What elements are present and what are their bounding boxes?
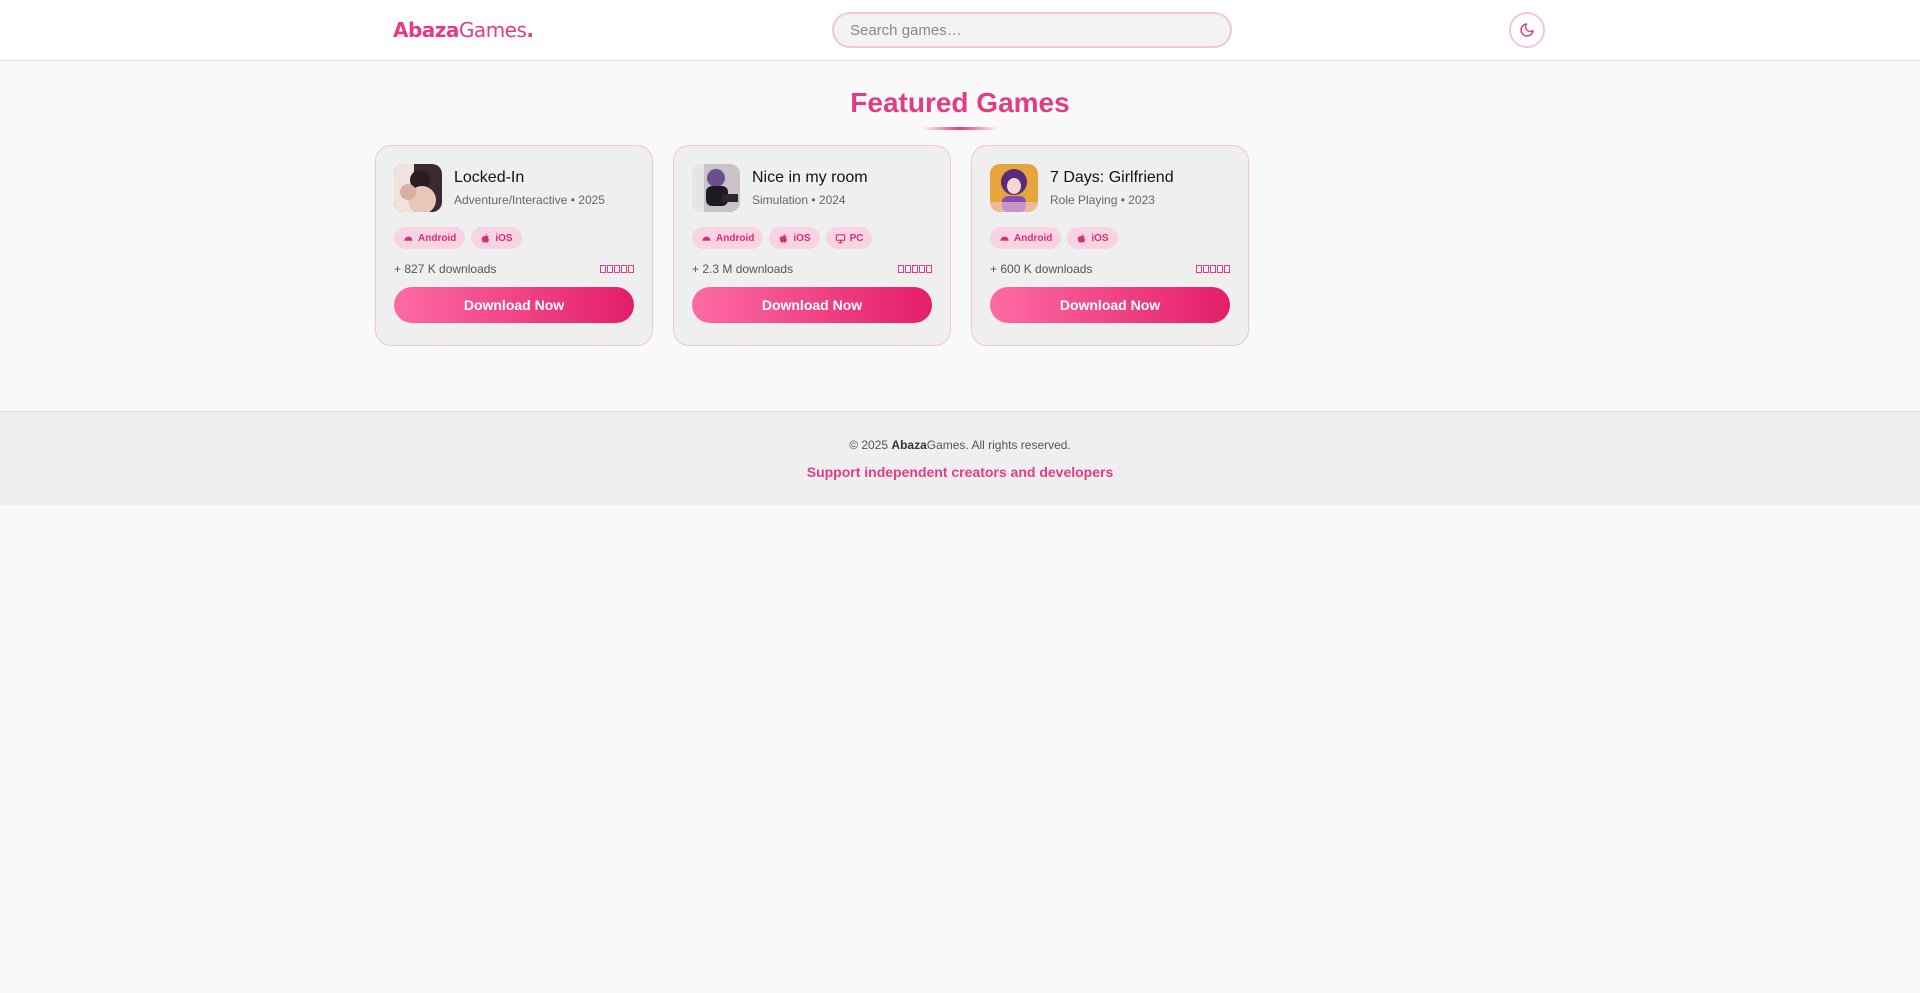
platform-label: iOS (495, 232, 513, 244)
star-icon (607, 265, 613, 273)
android-icon (1000, 236, 1009, 241)
game-title[interactable]: 7 Days: Girlfriend (1050, 169, 1174, 187)
download-button[interactable]: Download Now (394, 287, 634, 323)
apple-icon (1078, 233, 1086, 243)
platform-label: PC (849, 232, 864, 244)
copyright-brand-bold: Abaza (891, 438, 927, 452)
game-thumbnail[interactable] (394, 164, 442, 212)
platform-badge-android: Android (692, 227, 764, 249)
monitor-icon (835, 233, 845, 243)
android-icon (404, 236, 413, 241)
game-title[interactable]: Locked-In (454, 169, 605, 187)
star-icon (1224, 265, 1230, 273)
star-icon (912, 265, 918, 273)
game-thumbnail[interactable] (990, 164, 1038, 212)
search-input[interactable] (832, 12, 1232, 48)
site-logo[interactable]: AbazaGames. (393, 18, 534, 42)
game-meta: Adventure/Interactive • 2025 (454, 193, 605, 207)
game-title[interactable]: Nice in my room (752, 169, 868, 187)
game-meta: Role Playing • 2023 (1050, 193, 1155, 207)
android-icon (702, 236, 711, 241)
apple-icon (482, 233, 490, 243)
logo-dot: . (526, 18, 534, 42)
platform-label: Android (716, 232, 755, 244)
rating-stars (600, 265, 634, 273)
download-count: + 2.3 M downloads (692, 262, 794, 276)
support-link[interactable]: Support independent creators and develop… (0, 464, 1920, 480)
game-card-list: Locked-In Adventure/Interactive • 2025 A… (375, 145, 1249, 346)
site-footer: © 2025 AbazaGames. All rights reserved. … (0, 411, 1920, 505)
game-thumbnail[interactable] (692, 164, 740, 212)
star-icon (628, 265, 634, 273)
star-icon (600, 265, 606, 273)
rating-stars (1196, 265, 1230, 273)
rating-stars (898, 265, 932, 273)
game-card: Nice in my room Simulation • 2024 Androi… (673, 145, 951, 346)
star-icon (1196, 265, 1202, 273)
copyright-suffix: . All rights reserved. (965, 438, 1071, 452)
star-icon (905, 265, 911, 273)
download-count: + 827 K downloads (394, 262, 497, 276)
game-meta: Simulation • 2024 (752, 193, 846, 207)
platform-badge-android: Android (394, 227, 466, 249)
platform-label: iOS (1091, 232, 1109, 244)
copyright-brand: Games (926, 438, 966, 452)
star-icon (614, 265, 620, 273)
platform-badge-ios: iOS (471, 227, 522, 249)
star-icon (926, 265, 932, 273)
logo-text: Games (458, 18, 527, 42)
moon-icon (1520, 23, 1534, 37)
star-icon (898, 265, 904, 273)
download-button[interactable]: Download Now (692, 287, 932, 323)
download-button[interactable]: Download Now (990, 287, 1230, 323)
platform-label: iOS (793, 232, 811, 244)
top-navigation-bar: AbazaGames. (0, 0, 1920, 61)
apple-icon (780, 233, 788, 243)
star-icon (1210, 265, 1216, 273)
platform-label: Android (418, 232, 457, 244)
game-card: Locked-In Adventure/Interactive • 2025 A… (375, 145, 653, 346)
game-card: 7 Days: Girlfriend Role Playing • 2023 A… (971, 145, 1249, 346)
copyright-text: © 2025 AbazaGames. All rights reserved. (0, 438, 1920, 452)
star-icon (1203, 265, 1209, 273)
copyright-prefix: © 2025 (849, 438, 892, 452)
star-icon (1217, 265, 1223, 273)
platform-label: Android (1014, 232, 1053, 244)
logo-bold-text: Abaza (393, 18, 459, 42)
platform-badge-ios: iOS (1067, 227, 1118, 249)
star-icon (621, 265, 627, 273)
download-count: + 600 K downloads (990, 262, 1093, 276)
platform-badge-android: Android (990, 227, 1062, 249)
section-title: Featured Games (850, 87, 1070, 118)
theme-toggle-button[interactable] (1509, 12, 1545, 48)
star-icon (919, 265, 925, 273)
platform-badge-ios: iOS (769, 227, 820, 249)
platform-badge-pc: PC (825, 227, 873, 249)
title-underline (922, 127, 998, 130)
